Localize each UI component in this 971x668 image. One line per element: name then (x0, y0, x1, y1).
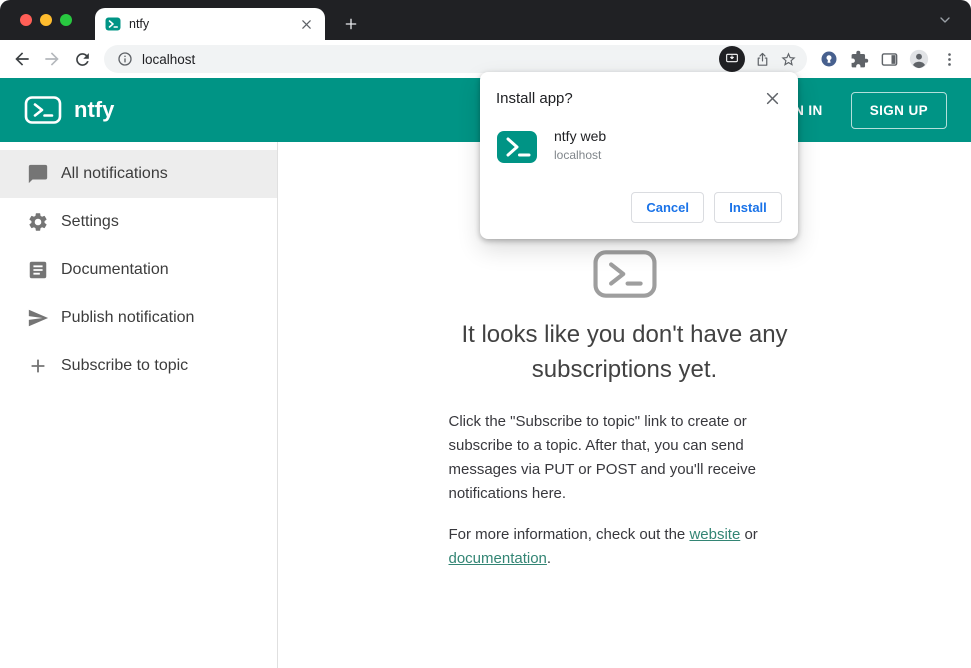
tab-strip: ntfy (0, 0, 971, 40)
sidebar: All notifications Settings Documentation… (0, 142, 278, 668)
empty-state-links-paragraph: For more information, check out the webs… (449, 523, 801, 572)
install-app-dialog: Install app? ntfy web localhost Cancel I… (480, 72, 798, 239)
sidebar-item-label: Documentation (61, 261, 169, 278)
sidebar-item-label: Settings (61, 213, 119, 230)
cancel-button[interactable]: Cancel (631, 192, 704, 223)
profile-icon[interactable] (905, 45, 933, 73)
browser-window: ntfy localhost ntfy IN SIGN UP All notif… (0, 0, 971, 668)
extension-badge-icon[interactable] (815, 45, 843, 73)
sidebar-item-publish-notification[interactable]: Publish notification (0, 294, 277, 342)
menu-icon[interactable] (935, 45, 963, 73)
close-tab-icon[interactable] (297, 15, 315, 33)
install-button[interactable]: Install (714, 192, 782, 223)
info-icon[interactable] (116, 46, 134, 72)
sidebar-item-documentation[interactable]: Documentation (0, 246, 277, 294)
address-text[interactable]: localhost (142, 52, 719, 67)
reload-icon[interactable] (68, 45, 96, 73)
close-window-button[interactable] (20, 14, 32, 26)
website-link[interactable]: website (689, 526, 740, 543)
side-panel-icon[interactable] (875, 45, 903, 73)
star-icon[interactable] (775, 46, 801, 72)
ntfy-logo-icon (24, 95, 62, 125)
links-paragraph-suffix: . (546, 550, 552, 568)
tab-favicon-ntfy-icon (105, 16, 121, 32)
sidebar-item-all-notifications[interactable]: All notifications (0, 150, 277, 198)
sidebar-item-label: Subscribe to topic (61, 357, 189, 374)
zoom-window-button[interactable] (60, 14, 72, 26)
sidebar-item-label: All notifications (61, 165, 168, 182)
back-icon[interactable] (8, 45, 36, 73)
article-icon (27, 259, 49, 281)
links-paragraph-mid: or (740, 525, 758, 543)
dialog-app-row: ntfy web localhost (496, 126, 782, 168)
documentation-link[interactable]: documentation (449, 550, 547, 567)
ntfy-empty-logo-icon (592, 248, 658, 300)
ntfy-app-icon (496, 126, 538, 168)
sidebar-item-settings[interactable]: Settings (0, 198, 277, 246)
gear-icon (27, 211, 49, 233)
sidebar-item-label: Publish notification (61, 309, 195, 326)
dialog-app-origin: localhost (554, 148, 602, 162)
address-bar[interactable]: localhost (104, 45, 807, 73)
traffic-lights (20, 14, 72, 26)
extensions-puzzle-icon[interactable] (845, 45, 873, 73)
links-paragraph-prefix: For more information, check out the (448, 525, 690, 543)
sidebar-item-subscribe-to-topic[interactable]: Subscribe to topic (0, 342, 277, 390)
dialog-app-meta: ntfy web localhost (554, 126, 606, 162)
close-icon[interactable] (762, 88, 782, 108)
sign-up-button[interactable]: SIGN UP (850, 91, 947, 129)
forward-icon[interactable] (38, 45, 66, 73)
install-icon[interactable] (719, 46, 745, 72)
dialog-actions: Cancel Install (496, 192, 782, 223)
empty-state-text: Click the "Subscribe to topic" link to c… (449, 410, 801, 588)
empty-state-heading: It looks like you don't have any subscri… (461, 321, 788, 383)
chat-icon (27, 163, 49, 185)
minimize-window-button[interactable] (40, 14, 52, 26)
tab-search-chevron-down-icon[interactable] (937, 12, 955, 30)
share-icon[interactable] (749, 46, 775, 72)
plus-icon (27, 355, 49, 377)
tab-title: ntfy (129, 17, 150, 31)
send-icon (27, 307, 49, 329)
brand-name: ntfy (74, 97, 115, 122)
dialog-title: Install app? (496, 90, 573, 107)
dialog-header: Install app? (496, 88, 782, 108)
empty-state-paragraph: Click the "Subscribe to topic" link to c… (448, 412, 756, 503)
browser-tab-ntfy[interactable]: ntfy (95, 8, 325, 40)
new-tab-icon[interactable] (338, 11, 364, 37)
dialog-app-name: ntfy web (554, 128, 607, 144)
